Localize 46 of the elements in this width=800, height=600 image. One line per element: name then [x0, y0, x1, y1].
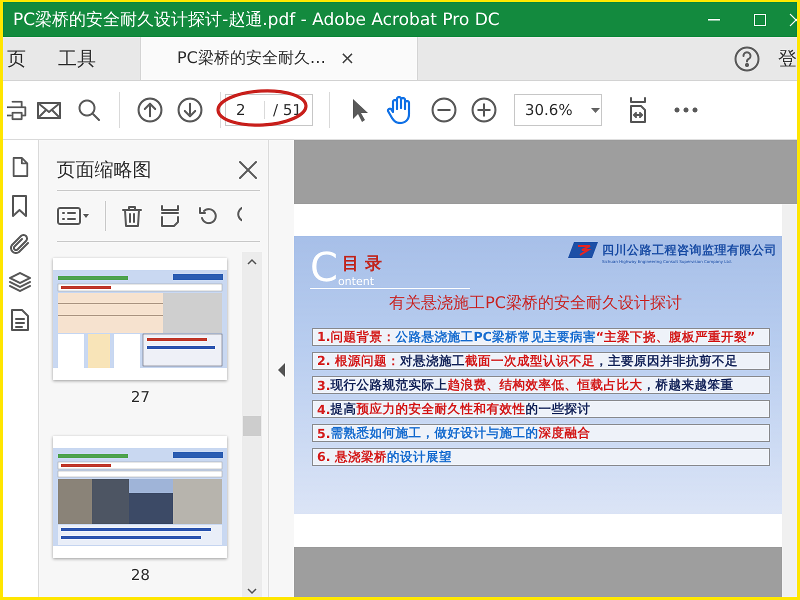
company-name: 四川公路工程咨询监理有限公司	[602, 242, 777, 259]
slide-heading: 目 录	[342, 253, 382, 275]
minimize-icon[interactable]	[708, 18, 720, 20]
scrollbar[interactable]	[782, 204, 797, 597]
heading-initial: C	[310, 248, 338, 288]
scroll-thumb[interactable]	[243, 416, 262, 436]
company-logo-icon	[568, 242, 598, 258]
zoom-dropdown[interactable]: 30.6%	[514, 94, 602, 126]
contents-item: 6. 悬浇梁桥的设计展望	[312, 448, 770, 466]
zoom-out-icon[interactable]	[430, 97, 457, 123]
page-number-field[interactable]: 2	[226, 101, 265, 119]
slide-title: 有关悬浇施工PC梁桥的安全耐久设计探讨	[388, 293, 683, 314]
print-icon[interactable]	[7, 98, 29, 122]
page-up-icon[interactable]	[137, 97, 163, 123]
page-icon[interactable]	[10, 154, 30, 180]
contents-item: 5.需熟悉如何施工，做好设计与施工的深度融合	[312, 424, 770, 442]
scrollbar[interactable]	[242, 252, 262, 597]
search-icon[interactable]	[77, 98, 101, 122]
maximize-icon[interactable]	[754, 14, 766, 26]
tab-close-button[interactable]: ×	[340, 48, 355, 69]
scroll-down-icon[interactable]	[247, 587, 258, 595]
more-icon[interactable]	[674, 107, 698, 113]
close-icon[interactable]	[789, 12, 797, 26]
nav-tab[interactable]: 工具	[44, 37, 114, 80]
page-number-label: 27	[130, 388, 150, 406]
panel-title: 页面缩略图	[56, 158, 152, 183]
contents-item: 4.提高预应力的安全耐久性和有效性的一些探讨	[312, 400, 770, 418]
page-count: / 51	[272, 101, 303, 119]
trash-icon[interactable]	[120, 204, 144, 228]
layers-icon[interactable]	[8, 270, 32, 294]
page-down-icon[interactable]	[177, 97, 203, 123]
page-number-label: 28	[130, 566, 150, 584]
contents-item: 2. 根源问题：对悬浇施工截面一次成型认识不足，主要原因并非抗剪不足	[312, 352, 770, 370]
heading-subtitle: ontent	[338, 275, 376, 288]
contents-item: 3.现行公路规范实际上趋浪费、结构效率低、恒载占比大，桥越来越笨重	[312, 376, 770, 394]
nav-tab[interactable]: 页	[3, 37, 44, 80]
zoom-in-icon[interactable]	[470, 97, 497, 123]
options-icon[interactable]	[56, 204, 91, 228]
contents-item: 1.问题背景：公路悬浇施工PC梁桥常见主要病害“主梁下挠、腹板严重开裂”	[312, 328, 770, 346]
document-tab[interactable]: PC梁桥的安全耐久… ×	[140, 37, 418, 80]
sign-in-link[interactable]: 登	[778, 37, 797, 80]
scroll-up-icon[interactable]	[247, 258, 258, 266]
window-title: PC梁桥的安全耐久设计探讨-赵通.pdf - Adobe Acrobat Pro DC	[12, 9, 501, 31]
caret-icon	[590, 108, 600, 112]
help-icon[interactable]	[734, 46, 760, 72]
collapse-icon[interactable]	[278, 362, 286, 376]
